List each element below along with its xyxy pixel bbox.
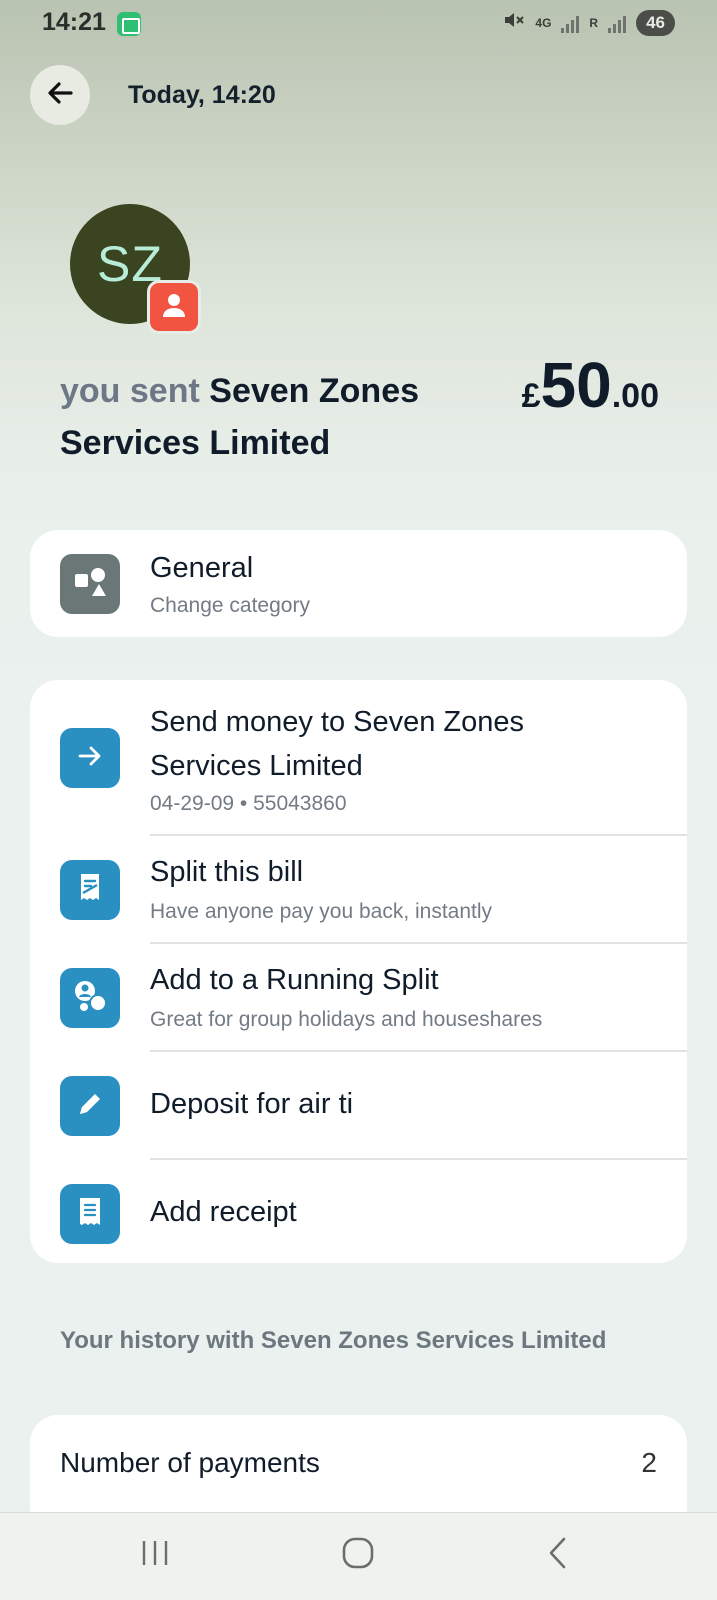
mute-icon (503, 10, 525, 36)
send-money-icon-box (60, 728, 120, 788)
note-icon-box (60, 1076, 120, 1136)
running-split-icon-box (60, 968, 120, 1028)
shapes-icon (72, 564, 108, 605)
amount-whole: 50 (540, 349, 612, 421)
network-type: 4G (535, 16, 552, 30)
home-button[interactable] (328, 1533, 388, 1577)
status-time: 14:21 (42, 8, 106, 36)
group-icon (72, 978, 108, 1019)
home-icon (340, 1536, 376, 1575)
split-bill-subtitle: Have anyone pay you back, instantly (150, 900, 493, 923)
transaction-amount: £50.00 (522, 348, 659, 422)
history-row-value: 2 (641, 1447, 657, 1478)
category-subtitle: Change category (150, 594, 310, 617)
transaction-summary: you sent Seven Zones Services Limited (60, 365, 460, 469)
history-heading: Your history with Seven Zones Services L… (60, 1327, 607, 1354)
category-card[interactable]: General Change category (30, 530, 687, 637)
recent-apps-icon (138, 1538, 172, 1573)
split-bill-title: Split this bill (150, 856, 304, 888)
notification-app-icon (117, 12, 141, 36)
system-nav-bar (0, 1512, 717, 1600)
status-bar: 14:21 4G R 46 (0, 0, 717, 50)
send-money-account: 04-29-09 • 55043860 (150, 792, 347, 815)
receipt-icon-box (60, 1184, 120, 1244)
back-button[interactable] (30, 65, 90, 125)
history-row-label: Number of payments (60, 1447, 320, 1478)
split-bill-icon-box (60, 860, 120, 920)
send-money-row[interactable]: Send money to Seven Zones Services Limit… (30, 680, 687, 835)
send-money-title: Send money to Seven Zones Services Limit… (150, 706, 525, 782)
add-receipt-row[interactable]: Add receipt (30, 1160, 687, 1263)
actions-card: Send money to Seven Zones Services Limit… (30, 680, 687, 1263)
running-split-row[interactable]: Add to a Running Split Great for group h… (30, 944, 687, 1050)
battery-indicator: 46 (636, 10, 675, 36)
chevron-left-icon (546, 1536, 570, 1575)
running-split-title: Add to a Running Split (150, 964, 439, 996)
summary-prefix: you sent (60, 372, 200, 410)
running-split-subtitle: Great for group holidays and houseshares (150, 1008, 543, 1031)
note-text: Deposit for air ti (150, 1088, 354, 1120)
roaming-label: R (589, 16, 599, 30)
pencil-icon (75, 1089, 105, 1124)
currency-symbol: £ (521, 377, 541, 415)
amount-decimal: .00 (611, 377, 659, 415)
system-back-button[interactable] (528, 1533, 588, 1577)
status-indicators: 4G R 46 (503, 10, 675, 36)
page-title: Today, 14:20 (128, 81, 276, 109)
signal-icon (561, 13, 580, 33)
split-bill-row[interactable]: Split this bill Have anyone pay you back… (30, 836, 687, 942)
person-icon (160, 291, 188, 324)
category-icon-box (60, 554, 120, 614)
person-badge (147, 280, 201, 334)
category-title: General (150, 552, 254, 584)
add-receipt-title: Add receipt (150, 1196, 297, 1228)
receipt-icon (75, 1195, 105, 1234)
split-bill-icon (74, 871, 106, 910)
note-row[interactable]: Deposit for air ti (30, 1052, 687, 1158)
arrow-right-icon (75, 741, 105, 776)
recent-apps-button[interactable] (125, 1533, 185, 1577)
signal-icon-2 (608, 13, 627, 33)
back-arrow-icon (45, 78, 75, 113)
